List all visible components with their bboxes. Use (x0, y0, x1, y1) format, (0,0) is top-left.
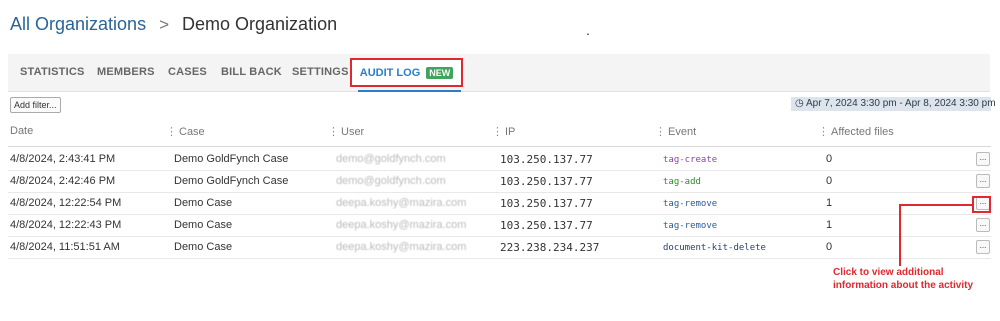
callout-line (899, 204, 973, 206)
cell-date: 4/8/2024, 12:22:54 PM (10, 197, 122, 209)
tab-members[interactable]: MEMBERS (97, 66, 155, 78)
cell-event: tag-create (663, 155, 718, 165)
cell-case: Demo Case (174, 197, 233, 209)
row-details-button[interactable]: ... (976, 152, 990, 166)
column-resize-icon[interactable]: ⋮ (166, 126, 177, 138)
cell-event: tag-remove (663, 221, 718, 231)
column-header-ip[interactable]: ⋮ IP (492, 125, 515, 138)
annotation-callout: Click to view additional information abo… (833, 266, 998, 292)
tab-bill-back[interactable]: BILL BACK (221, 66, 282, 78)
cell-ip: 103.250.137.77 (500, 197, 593, 210)
cell-case: Demo Case (174, 219, 233, 231)
row-details-button[interactable]: ... (976, 174, 990, 188)
column-header-affected-files[interactable]: ⋮ Affected files (818, 125, 894, 138)
cell-ip: 103.250.137.77 (500, 153, 593, 166)
add-filter-button[interactable]: Add filter... (10, 97, 61, 113)
column-header-user[interactable]: ⋮ User (328, 125, 364, 138)
cell-user: deepa.koshy@mazira.com (336, 219, 467, 231)
cell-affected-files: 0 (826, 241, 833, 253)
table-row: 4/8/2024, 12:22:54 PM Demo Case deepa.ko… (8, 193, 991, 215)
cell-date: 4/8/2024, 12:22:43 PM (10, 219, 122, 231)
cell-user: deepa.koshy@mazira.com (336, 241, 467, 253)
cell-affected-files: 1 (826, 197, 833, 209)
column-resize-icon[interactable]: ⋮ (492, 126, 503, 138)
breadcrumb: All Organizations > Demo Organization (10, 14, 337, 35)
tab-cases[interactable]: CASES (168, 66, 207, 78)
row-details-button[interactable]: ... (976, 218, 990, 232)
cell-ip: 223.238.234.237 (500, 241, 600, 254)
clock-icon: ◷ (795, 98, 804, 109)
cell-ip: 103.250.137.77 (500, 175, 593, 188)
column-resize-icon[interactable]: ⋮ (818, 126, 829, 138)
tab-audit-log[interactable]: AUDIT LOG (360, 67, 421, 79)
column-header-date[interactable]: Date (10, 125, 33, 137)
row-details-button[interactable]: ... (976, 240, 990, 254)
annotation-line: Click to view additional (833, 267, 944, 278)
annotation-line: information about the activity (833, 280, 974, 291)
tab-bar: STATISTICS MEMBERS CASES BILL BACK SETTI… (8, 54, 990, 92)
table-header-divider (8, 146, 991, 147)
table-row: 4/8/2024, 11:51:51 AM Demo Case deepa.ko… (8, 237, 991, 259)
table-row: 4/8/2024, 2:43:41 PM Demo GoldFynch Case… (8, 149, 991, 171)
column-resize-icon[interactable]: ⋮ (655, 126, 666, 138)
cell-user: deepa.koshy@mazira.com (336, 197, 467, 209)
cell-date: 4/8/2024, 11:51:51 AM (10, 241, 120, 253)
table-row: 4/8/2024, 12:22:43 PM Demo Case deepa.ko… (8, 215, 991, 237)
breadcrumb-all-organizations-link[interactable]: All Organizations (10, 14, 146, 35)
cell-case: Demo GoldFynch Case (174, 175, 289, 187)
cell-affected-files: 1 (826, 219, 833, 231)
cell-case: Demo Case (174, 241, 233, 253)
cell-event: document-kit-delete (663, 243, 766, 253)
date-range-picker[interactable]: ◷ Apr 7, 2024 3:30 pm - Apr 8, 2024 3:30… (791, 97, 996, 111)
column-header-event[interactable]: ⋮ Event (655, 125, 696, 138)
cell-affected-files: 0 (826, 175, 833, 187)
column-header-case[interactable]: ⋮ Case (166, 125, 205, 138)
date-range-label: Apr 7, 2024 3:30 pm - Apr 8, 2024 3:30 p… (805, 98, 996, 109)
table-row: 4/8/2024, 2:42:46 PM Demo GoldFynch Case… (8, 171, 991, 193)
cell-ip: 103.250.137.77 (500, 219, 593, 232)
cell-date: 4/8/2024, 2:43:41 PM (10, 153, 116, 165)
tab-audit-log-highlight: AUDIT LOG NEW (350, 58, 463, 87)
cell-event: tag-remove (663, 199, 718, 209)
page-title: Demo Organization (182, 14, 338, 34)
tab-statistics[interactable]: STATISTICS (20, 66, 85, 78)
details-button-highlight (972, 196, 991, 213)
tab-settings[interactable]: SETTINGS (292, 66, 349, 78)
column-resize-icon[interactable]: ⋮ (328, 126, 339, 138)
stray-dot: . (586, 22, 590, 38)
cell-date: 4/8/2024, 2:42:46 PM (10, 175, 116, 187)
cell-case: Demo GoldFynch Case (174, 153, 289, 165)
callout-line (899, 204, 901, 266)
active-tab-indicator (358, 90, 461, 92)
new-badge: NEW (426, 66, 454, 79)
cell-event: tag-add (663, 177, 701, 187)
cell-user: demo@goldfynch.com (336, 153, 446, 165)
cell-affected-files: 0 (826, 153, 833, 165)
cell-user: demo@goldfynch.com (336, 175, 446, 187)
chevron-right-icon: > (159, 14, 170, 34)
